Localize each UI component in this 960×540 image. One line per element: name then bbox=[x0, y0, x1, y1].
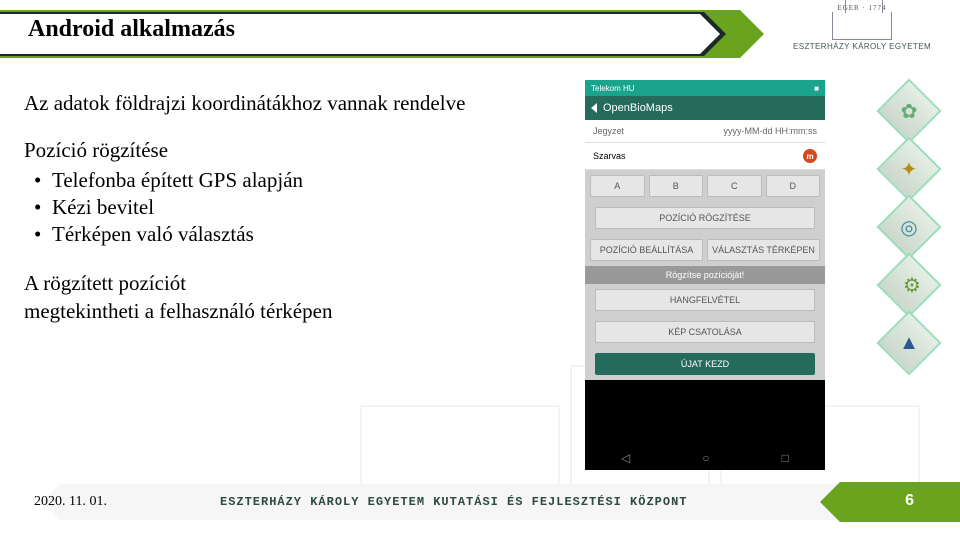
side-icon-4 bbox=[876, 252, 941, 317]
nav-recent-icon[interactable]: □ bbox=[782, 451, 789, 465]
section1-heading: Pozíció rögzítése bbox=[24, 137, 584, 164]
btn-audio[interactable]: HANGFELVÉTEL bbox=[595, 289, 815, 311]
side-icon-2 bbox=[876, 136, 941, 201]
footer: 2020. 11. 01. ESZTERHÁZY KÁROLY EGYETEM … bbox=[0, 482, 960, 522]
slide-body: Az adatok földrajzi koordinátákhoz vanna… bbox=[24, 90, 584, 325]
nav-home-icon[interactable]: ○ bbox=[702, 451, 709, 465]
app-bar: OpenBioMaps bbox=[585, 96, 825, 120]
carrier-text: Telekom HU bbox=[591, 84, 635, 93]
back-icon[interactable] bbox=[591, 103, 597, 113]
side-icon-stack bbox=[864, 76, 954, 378]
phone-screenshot: Telekom HU ■ OpenBioMaps Jegyzet yyyy-MM… bbox=[585, 80, 825, 470]
side-icon-5 bbox=[876, 310, 941, 375]
footer-center-text: ESZTERHÁZY KÁROLY EGYETEM KUTATÁSI ÉS FE… bbox=[220, 495, 687, 509]
bullet-item: Térképen való választás bbox=[24, 221, 584, 248]
footer-date: 2020. 11. 01. bbox=[34, 494, 107, 510]
note-label: Jegyzet bbox=[593, 126, 624, 136]
input-row[interactable]: Szarvas m bbox=[585, 143, 825, 170]
opt-b[interactable]: B bbox=[649, 175, 704, 197]
opt-c[interactable]: C bbox=[707, 175, 762, 197]
btn-new[interactable]: ÚJAT KEZD bbox=[595, 353, 815, 375]
note-row: Jegyzet yyyy-MM-dd HH:mm:ss bbox=[585, 120, 825, 143]
intro-text: Az adatok földrajzi koordinátákhoz vanna… bbox=[24, 90, 584, 117]
android-nav-bar: ◁ ○ □ bbox=[585, 446, 825, 470]
opt-d[interactable]: D bbox=[766, 175, 821, 197]
app-title: OpenBioMaps bbox=[603, 102, 673, 114]
btn-set-position[interactable]: POZÍCIÓ BEÁLLÍTÁSA bbox=[590, 239, 703, 261]
bullet-item: Kézi bevitel bbox=[24, 194, 584, 221]
opt-a[interactable]: A bbox=[590, 175, 645, 197]
btn-choose-on-map[interactable]: VÁLASZTÁS TÉRKÉPEN bbox=[707, 239, 820, 261]
input-value: Szarvas bbox=[593, 151, 626, 161]
nav-back-icon[interactable]: ◁ bbox=[621, 451, 630, 465]
logo-caption: ESZTERHÁZY KÁROLY EGYETEM bbox=[782, 42, 942, 51]
btn-record-position[interactable]: POZÍCIÓ RÖGZÍTÉSE bbox=[595, 207, 815, 229]
m-badge-icon[interactable]: m bbox=[803, 149, 817, 163]
bullet-list: Telefonba épített GPS alapján Kézi bevit… bbox=[24, 167, 584, 249]
slide-title: Android alkalmazás bbox=[28, 16, 235, 43]
option-row: A B C D bbox=[585, 170, 825, 202]
battery-icon: ■ bbox=[814, 84, 819, 93]
hint-text: Rögzítse pozícióját! bbox=[585, 266, 825, 284]
university-logo: EGER · 1774 ESZTERHÁZY KÁROLY EGYETEM bbox=[782, 4, 942, 64]
section2-text: A rögzített pozíciót megtekintheti a fel… bbox=[24, 270, 584, 325]
title-bar: Android alkalmazás bbox=[0, 10, 740, 58]
side-icon-3 bbox=[876, 194, 941, 259]
logo-building-icon bbox=[832, 12, 892, 40]
bullet-item: Telefonba épített GPS alapján bbox=[24, 167, 584, 194]
date-placeholder: yyyy-MM-dd HH:mm:ss bbox=[724, 126, 818, 136]
android-status-bar: Telekom HU ■ bbox=[585, 80, 825, 96]
page-number: 6 bbox=[905, 492, 914, 510]
side-icon-1 bbox=[876, 78, 941, 143]
btn-photo[interactable]: KÉP CSATOLÁSA bbox=[595, 321, 815, 343]
